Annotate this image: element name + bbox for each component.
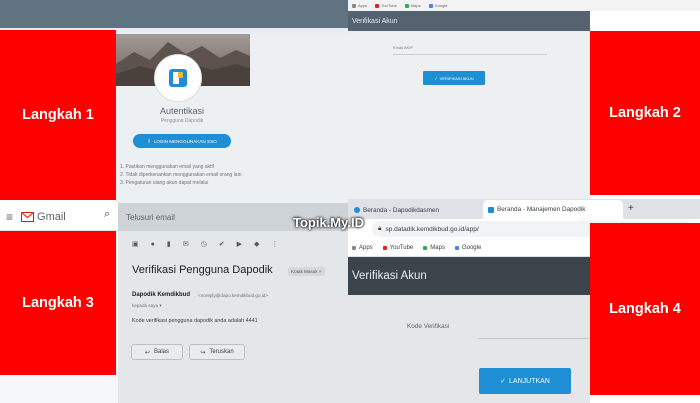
gmail-envelope-icon <box>21 211 35 222</box>
top-bar <box>0 0 348 28</box>
key-icon: ⚷ <box>147 138 151 143</box>
verify-panel <box>348 31 590 199</box>
gmail-wordmark: Gmail <box>37 210 66 223</box>
bookmark-label: Maps <box>410 3 421 8</box>
search-placeholder: Telusuri email <box>126 212 175 222</box>
bookmark-maps[interactable]: Maps <box>404 3 421 8</box>
bookmark-label: Apps <box>359 244 373 251</box>
tab-title: Beranda - Dapodikdasmen <box>363 206 440 214</box>
email-subject: Verifikasi Pengguna Dapodik <box>132 264 273 276</box>
label-icon[interactable]: ◆ <box>254 240 259 248</box>
snooze-icon[interactable]: ◷ <box>201 240 207 248</box>
bookmark-google[interactable]: Google <box>454 244 482 251</box>
verify-account-button[interactable]: ✓ VERIFIKASI AKUN <box>423 71 485 85</box>
bookmark-maps[interactable]: Maps <box>423 245 445 251</box>
tab-dapodikdasmen[interactable]: Beranda - Dapodikdasmen <box>350 201 482 219</box>
google-icon <box>428 3 433 8</box>
instruction-item: 3. Pengaturan ulang akun dapat melalui <box>120 180 209 187</box>
dapodik-logo <box>154 54 202 102</box>
google-icon <box>454 245 459 250</box>
archive-icon[interactable]: ▣ <box>132 240 139 248</box>
report-spam-icon[interactable]: ● <box>151 241 155 248</box>
menu-icon[interactable]: ≡ <box>6 210 13 224</box>
recipient-details[interactable]: kepada saya ▾ <box>132 303 162 309</box>
youtube-icon <box>382 245 387 250</box>
check-icon: ✓ <box>500 378 507 385</box>
lock-icon: 🔒︎ <box>378 225 382 232</box>
delete-icon[interactable]: ▮ <box>167 240 171 248</box>
bookmark-apps[interactable]: Apps <box>352 245 373 251</box>
instruction-item: 1. Pastikan menggunakan email yang aktif <box>120 164 214 170</box>
gmail-header: ≡ Gmail <box>0 203 118 231</box>
auth-subtitle: Pengguna Dapodik <box>160 118 204 124</box>
add-task-icon[interactable]: ✔ <box>219 240 225 248</box>
verify-header: Verifikasi Akun <box>348 257 590 295</box>
maps-icon <box>404 3 409 8</box>
url-text: sp.datadik.kemdikbud.go.id/app/ <box>385 225 479 233</box>
gmail-logo[interactable]: Gmail <box>21 211 66 223</box>
sso-login-label: LOGIN MENGGUNAKAN SSO <box>153 138 217 144</box>
bookmark-youtube[interactable]: YouTube <box>375 3 397 8</box>
bookmarks-bar: Apps YouTube Maps Google <box>348 0 700 11</box>
email-body: Kode verifikasi pengguna dapodik anda ad… <box>132 318 258 324</box>
continue-label: LANJUTKAN <box>509 377 550 385</box>
verify-header: Verifikasi Akun <box>348 11 590 31</box>
tab-manajemen-dapodik[interactable]: Beranda - Manajemen Dapodik <box>483 200 623 219</box>
apps-icon <box>352 3 356 8</box>
inbox-label-chip[interactable]: Kotak Masuk × <box>288 267 325 276</box>
bookmark-label: Apps <box>358 3 368 8</box>
dapodik-logo-icon <box>169 69 187 87</box>
reply-button[interactable]: ↩ Balas <box>131 344 183 360</box>
forward-label: Teruskan <box>209 349 234 355</box>
tab-favicon-icon <box>354 207 360 213</box>
bookmark-apps[interactable]: Apps <box>352 3 367 8</box>
verify-account-label: VERIFIKASI AKUN <box>439 75 474 81</box>
maps-icon <box>423 245 428 250</box>
step-1-label: Langkah 1 <box>0 30 116 200</box>
check-icon: ✓ <box>434 75 438 81</box>
move-to-icon[interactable]: ▶ <box>237 240 242 248</box>
step-4-label: Langkah 4 <box>590 223 700 395</box>
bookmark-label: Maps <box>430 244 445 251</box>
sender-name: Dapodik Kemdikbud <box>132 292 191 298</box>
tab-title: Beranda - Manajemen Dapodik <box>497 206 586 213</box>
bookmark-youtube[interactable]: YouTube <box>382 244 414 251</box>
mark-unread-icon[interactable]: ✉ <box>183 240 189 248</box>
forward-icon: ↪ <box>200 349 206 356</box>
email-field-label: Email AKIP <box>393 45 414 50</box>
bookmark-label: YouTube <box>381 3 397 8</box>
auth-title: Autentikasi <box>159 106 205 116</box>
reply-label: Balas <box>154 349 170 355</box>
forward-button[interactable]: ↪ Teruskan <box>189 344 245 360</box>
tab-favicon-icon <box>488 206 494 213</box>
verification-code-label: Kode Verifikasi <box>407 323 450 330</box>
continue-button[interactable]: ✓ LANJUTKAN <box>479 368 571 394</box>
reply-icon: ↩ <box>144 349 150 356</box>
youtube-icon <box>375 3 380 8</box>
sender-email: <noreply@dapo.kemdikbud.go.id> <box>198 293 269 298</box>
bookmark-google[interactable]: Google <box>428 3 448 8</box>
email-view <box>118 231 348 403</box>
email-field[interactable] <box>393 54 547 55</box>
watermark: Topik.My.ID <box>293 215 365 230</box>
verification-code-input[interactable] <box>478 338 590 339</box>
step-3-label: Langkah 3 <box>0 231 116 375</box>
email-toolbar: ▣ ● ▮ ✉ ◷ ✔ ▶ ◆ ⋮ <box>132 237 332 251</box>
bookmark-label: YouTube <box>389 244 414 251</box>
sso-login-button[interactable]: ⚷ LOGIN MENGGUNAKAN SSO <box>133 134 231 148</box>
new-tab-button[interactable]: + <box>628 203 634 214</box>
search-icon[interactable]: ⌕ <box>104 208 118 224</box>
instruction-list: 1. Pastikan menggunakan email yang aktif… <box>120 164 248 189</box>
more-icon[interactable]: ⋮ <box>271 240 278 248</box>
bookmark-label: Google <box>461 244 482 251</box>
step-2-label: Langkah 2 <box>590 31 700 195</box>
apps-icon <box>352 245 356 250</box>
instruction-item: 2. Tidak diperkenankan menggunakan email… <box>120 172 242 179</box>
bookmark-label: Google <box>434 3 448 8</box>
